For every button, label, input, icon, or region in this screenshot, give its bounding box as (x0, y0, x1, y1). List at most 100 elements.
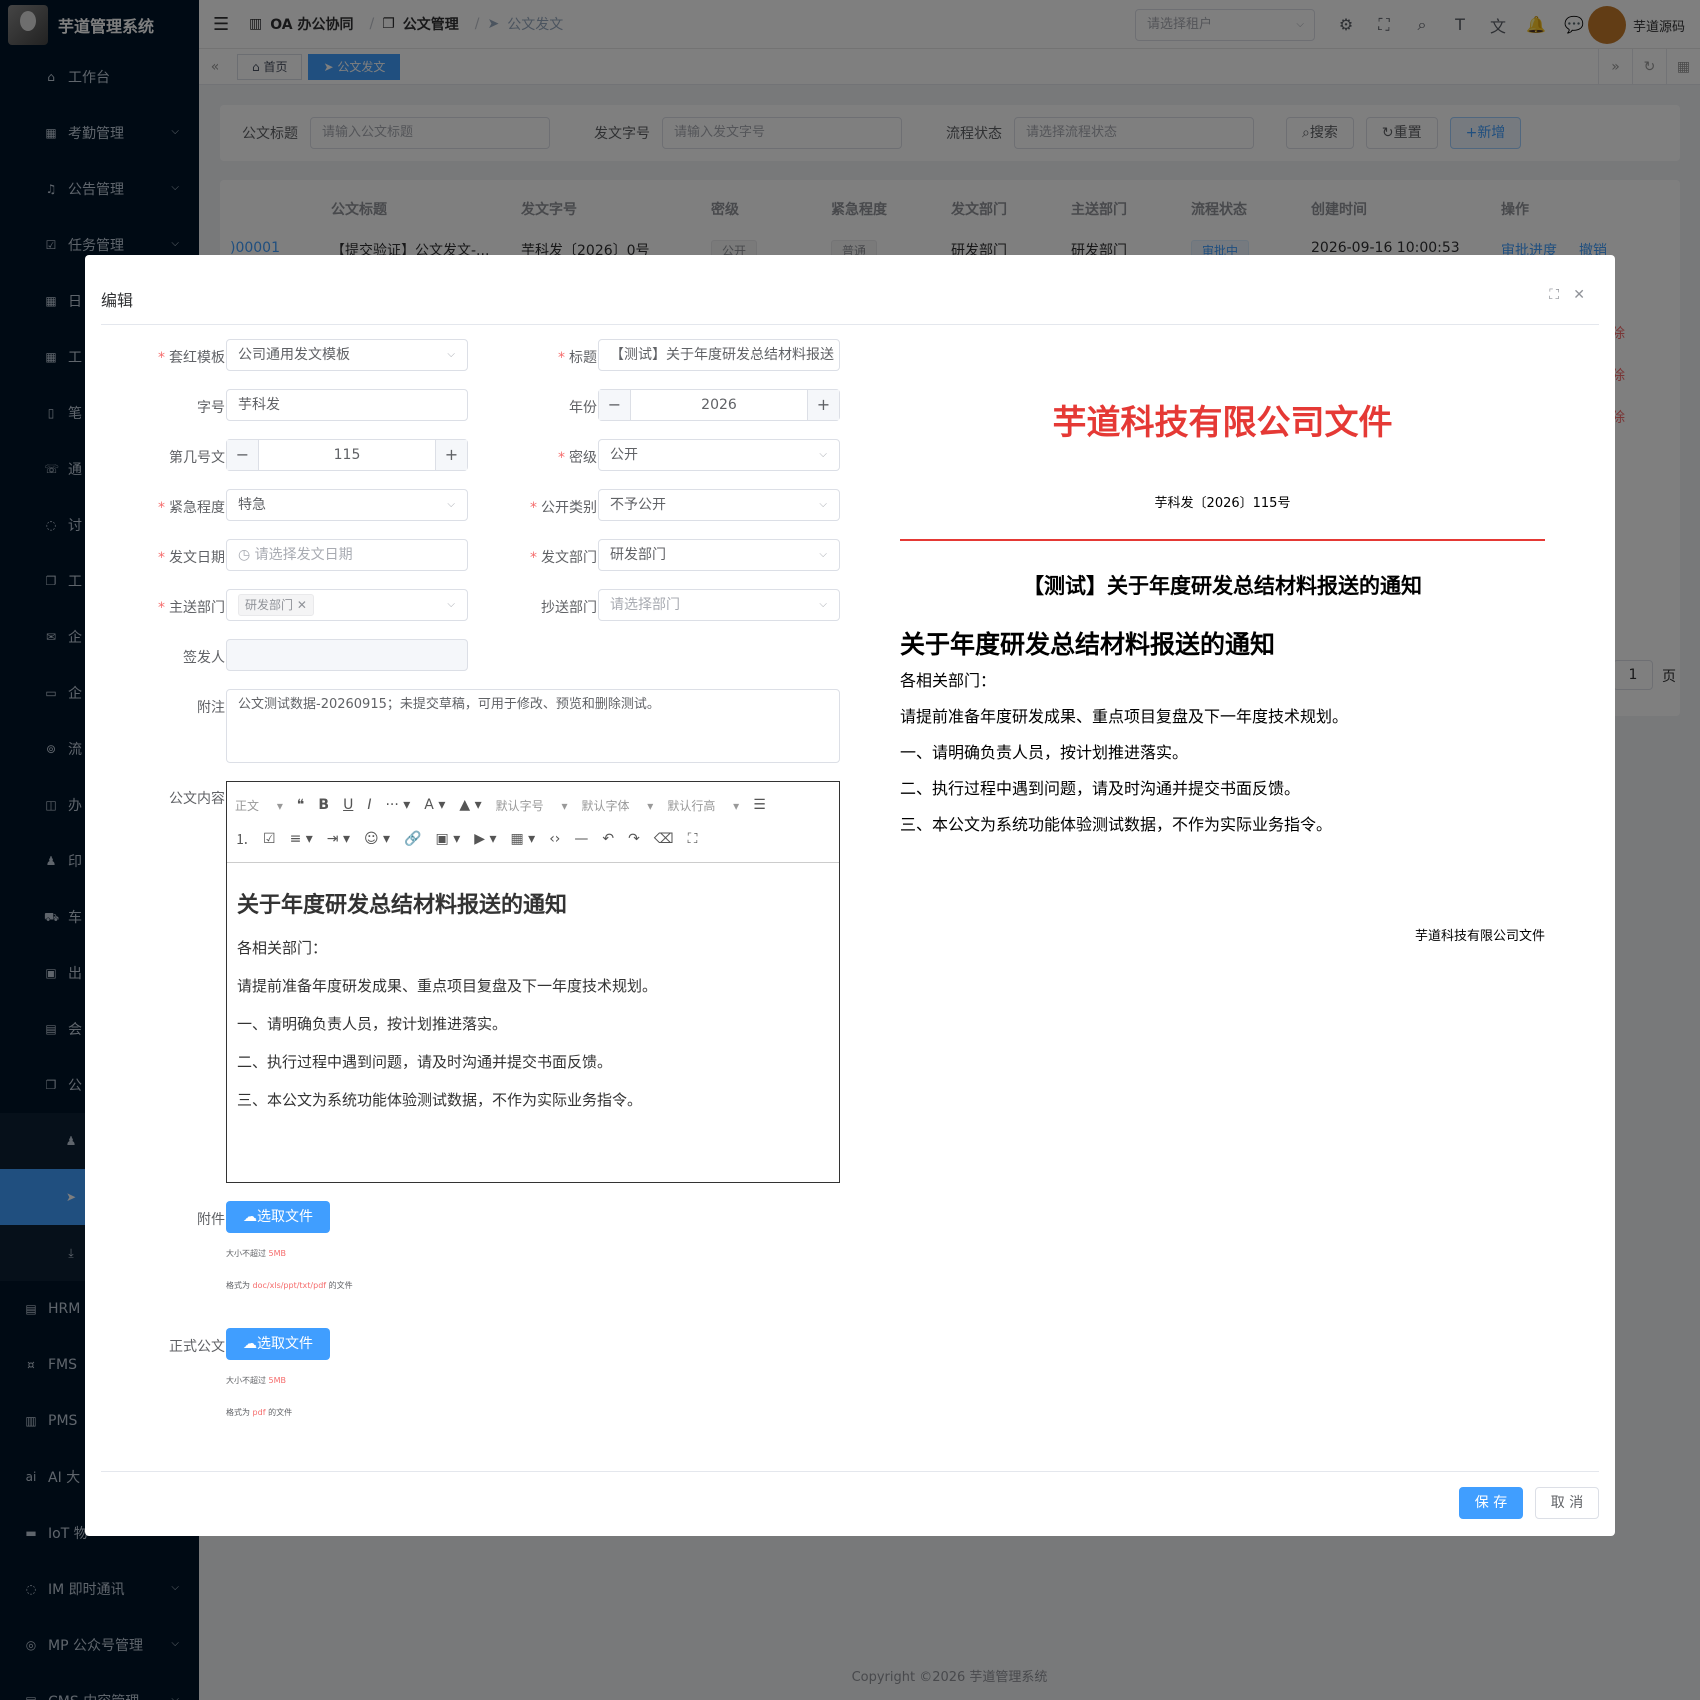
main-select[interactable]: 研发部门 ✕ ⌵ (226, 589, 468, 621)
bold-icon[interactable]: B (318, 797, 329, 813)
urgency-label: * 紧急程度 (158, 500, 225, 516)
seq-value[interactable]: 115 (259, 440, 435, 470)
preview-line: 三、本公文为系统功能体验测试数据，不作为实际业务指令。 (900, 815, 1333, 834)
preview-title: 【测试】关于年度研发总结材料报送的通知 (1023, 574, 1422, 598)
prefix-input[interactable]: 芋科发 (226, 389, 468, 421)
template-label: * 套红模板 (158, 350, 225, 366)
edit-dialog: 编辑 ⛶ ✕ * 套红模板 公司通用发文模板 ⌵ * 标题 【测试】关于年度研发总结材… (85, 255, 1615, 1536)
remark-textarea[interactable]: 公文测试数据-20260915；未提交草稿，可用于修改、预览和删除测试。 (226, 689, 840, 763)
dialog-title: 编辑 (101, 291, 134, 310)
template-select[interactable]: 公司通用发文模板 ⌵ (226, 339, 468, 371)
year-value[interactable]: 2026 (631, 390, 807, 420)
content-line: 二、执行过程中遇到问题，请及时沟通并提交书面反馈。 (237, 1053, 613, 1071)
font-color-icon[interactable]: A ▾ (424, 797, 445, 813)
todo-icon[interactable]: ☑ (263, 831, 276, 847)
date-label: * 发文日期 (158, 550, 225, 566)
italic-icon[interactable]: I (367, 797, 371, 813)
preview-org: 芋道科技有限公司文件 (1052, 403, 1393, 443)
preview-code: 芋科发〔2026〕115号 (1154, 496, 1291, 511)
chevron-down-icon: ⌵ (819, 499, 827, 510)
paragraph-select[interactable]: 正文 ▾ (235, 797, 283, 814)
font-size-select[interactable]: 默认字号 ▾ (496, 797, 568, 814)
chevron-down-icon: ⌵ (447, 499, 455, 510)
divider-icon[interactable]: — (574, 831, 588, 847)
close-icon[interactable]: ✕ (297, 598, 307, 612)
content-line: 各相关部门： (237, 939, 328, 957)
rich-editor: 正文 ▾ ❝ B U I ··· ▾ A ▾ ▲ ▾ 默认字号 ▾ 默认字体 ▾… (226, 781, 840, 1183)
content-heading: 关于年度研发总结材料报送的通知 (237, 893, 568, 918)
line-height-select[interactable]: 默认行高 ▾ (667, 797, 739, 814)
code-icon[interactable]: ‹› (549, 831, 560, 847)
dialog-footer-divider (101, 1471, 1599, 1472)
clock-icon: ◷ (238, 547, 255, 563)
cancel-button[interactable]: 取 消 (1535, 1487, 1599, 1519)
seq-stepper[interactable]: − 115 + (226, 439, 468, 471)
bg-color-icon[interactable]: ▲ ▾ (459, 797, 481, 813)
content-line: 一、请明确负责人员，按计划推进落实。 (237, 1015, 508, 1033)
formal-format-hint: 格式为 pdf 的文件 (226, 1408, 293, 1417)
date-picker[interactable]: ◷ 请选择发文日期 (226, 539, 468, 571)
quote-icon[interactable]: ❝ (297, 797, 305, 813)
public-select[interactable]: 不予公开 ⌵ (598, 489, 840, 521)
signer-label: 签发人 (183, 650, 225, 666)
attach-upload-button[interactable]: ☁选取文件 (226, 1201, 330, 1233)
main-chip: 研发部门 ✕ (238, 594, 314, 616)
font-family-select[interactable]: 默认字体 ▾ (581, 797, 653, 814)
close-icon[interactable]: ✕ (1573, 287, 1585, 303)
preview-line: 请提前准备年度研发成果、重点项目复盘及下一年度技术规划。 (900, 707, 1349, 726)
prefix-label: 字号 (197, 400, 225, 416)
link-icon[interactable]: 🔗 (404, 831, 421, 847)
preview-red-line (900, 539, 1545, 541)
align-icon[interactable]: ≡ ▾ (290, 831, 313, 847)
document-preview: 芋道科技有限公司文件 芋科发〔2026〕115号 【测试】关于年度研发总结材料报… (900, 305, 1545, 944)
remark-label: 附注 (197, 700, 225, 716)
upload-icon: ☁ (243, 1336, 257, 1352)
cc-label: 抄送部门 (541, 600, 597, 616)
chevron-down-icon: ⌵ (819, 549, 827, 560)
public-label: * 公开类别 (530, 500, 597, 516)
preview-line: 一、请明确负责人员，按计划推进落实。 (900, 743, 1189, 762)
upload-icon: ☁ (243, 1209, 257, 1225)
bullet-list-icon[interactable]: ☰ (753, 797, 766, 813)
chevron-down-icon: ⌵ (819, 599, 827, 610)
main-label: * 主送部门 (158, 600, 225, 616)
maximize-icon[interactable]: ⛶ (1549, 287, 1559, 303)
title-input[interactable]: 【测试】关于年度研发总结材料报送 (598, 339, 840, 371)
seq-label: 第几号文 (169, 450, 225, 466)
fullscreen-icon[interactable]: ⛶ (688, 831, 698, 847)
editor-toolbar: 正文 ▾ ❝ B U I ··· ▾ A ▾ ▲ ▾ 默认字号 ▾ 默认字体 ▾… (227, 782, 839, 863)
preview-sign: 芋道科技有限公司文件 (1414, 929, 1545, 944)
more-icon[interactable]: ··· ▾ (385, 797, 410, 813)
cc-select[interactable]: 请选择部门 ⌵ (598, 589, 840, 621)
save-button[interactable]: 保 存 (1459, 1487, 1523, 1519)
minus-icon[interactable]: − (227, 440, 259, 470)
year-label: 年份 (569, 400, 597, 416)
content-line: 三、本公文为系统功能体验测试数据，不作为实际业务指令。 (237, 1091, 643, 1109)
emoji-icon[interactable]: ☺ ▾ (364, 831, 390, 847)
chevron-down-icon: ⌵ (819, 449, 827, 460)
numbered-list-icon[interactable]: ⒈ (235, 829, 249, 849)
table-icon[interactable]: ▦ ▾ (510, 831, 535, 847)
video-icon[interactable]: ▶ ▾ (474, 831, 496, 847)
dept-select[interactable]: 研发部门 ⌵ (598, 539, 840, 571)
redo-icon[interactable]: ↷ (628, 831, 640, 847)
minus-icon[interactable]: − (599, 390, 631, 420)
chevron-down-icon: ⌵ (447, 599, 455, 610)
formal-label: 正式公文 (169, 1339, 225, 1355)
content-label: 公文内容 (169, 791, 225, 807)
undo-icon[interactable]: ↶ (602, 831, 614, 847)
image-icon[interactable]: ▣ ▾ (436, 831, 461, 847)
clear-icon[interactable]: ⌫ (654, 831, 674, 847)
formal-upload-button[interactable]: ☁选取文件 (226, 1328, 330, 1360)
preview-line: 各相关部门： (900, 671, 997, 690)
preview-heading: 关于年度研发总结材料报送的通知 (900, 630, 1276, 659)
underline-icon[interactable]: U (343, 797, 353, 813)
attach-label: 附件 (197, 1212, 225, 1228)
indent-icon[interactable]: ⇥ ▾ (327, 831, 350, 847)
editor-body[interactable]: 关于年度研发总结材料报送的通知 各相关部门： 请提前准备年度研发成果、重点项目复… (227, 863, 839, 1141)
year-stepper[interactable]: − 2026 + (598, 389, 840, 421)
secret-select[interactable]: 公开 ⌵ (598, 439, 840, 471)
plus-icon[interactable]: + (807, 390, 839, 420)
urgency-select[interactable]: 特急 ⌵ (226, 489, 468, 521)
preview-line: 二、执行过程中遇到问题，请及时沟通并提交书面反馈。 (900, 779, 1301, 798)
